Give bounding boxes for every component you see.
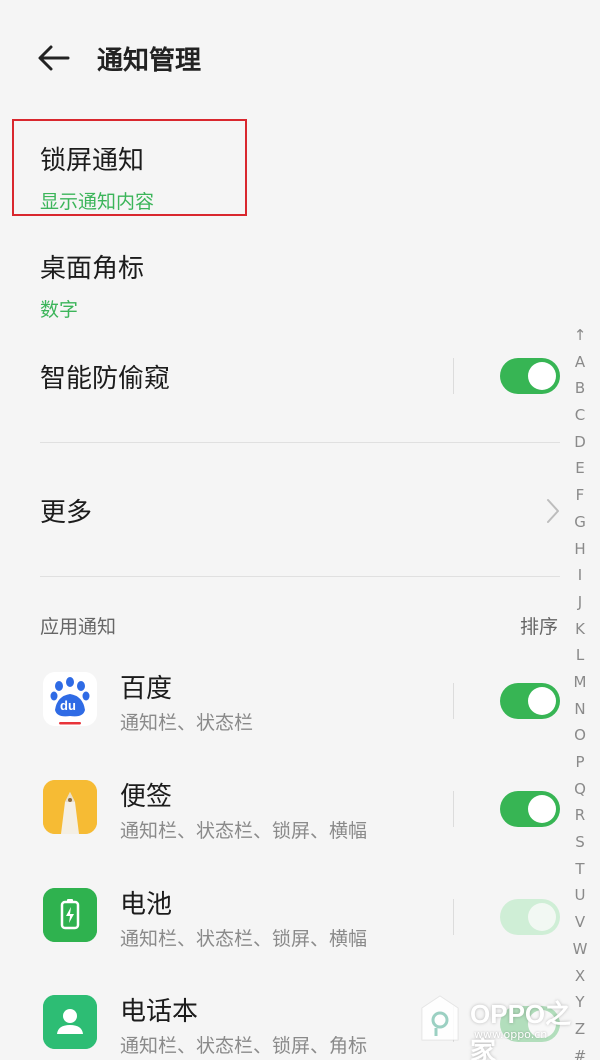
index-letter[interactable]: U [568, 882, 592, 909]
watermark-text: OPPO之家 [470, 999, 572, 1060]
toggle-knob [528, 687, 556, 715]
baidu-icon-text: du [60, 698, 76, 713]
more-row[interactable]: 更多 [40, 492, 560, 532]
watermark-logo-icon [421, 995, 459, 1041]
chevron-right-icon [547, 499, 559, 523]
index-letter[interactable]: S [568, 829, 592, 856]
more-label: 更多 [40, 498, 93, 528]
index-letter[interactable]: C [568, 402, 592, 429]
baidu-app-icon: du [43, 672, 97, 726]
baidu-notification-toggle[interactable] [500, 683, 560, 719]
app-row-notes[interactable]: 便签 通知栏、状态栏、锁屏、横幅 [40, 780, 560, 870]
app-name: 便签 [120, 782, 173, 812]
index-letter[interactable]: V [568, 909, 592, 936]
page-title: 通知管理 [97, 46, 202, 76]
desktop-badge-setting[interactable]: 桌面角标 数字 [40, 248, 560, 322]
smart-privacy-toggle[interactable] [500, 358, 560, 394]
app-notification-types: 通知栏、状态栏 [120, 712, 254, 734]
app-notification-types: 通知栏、状态栏、锁屏、横幅 [120, 820, 368, 842]
alphabet-index-bar[interactable]: ↑ A B C D E F G H I J K L M N O P Q R S T U V W X Y Z # [568, 322, 592, 1060]
index-letter[interactable]: Q [568, 776, 592, 803]
index-letter[interactable]: M [568, 669, 592, 696]
watermark: OPPO之家 www.oppo.cn [418, 990, 588, 1060]
smart-privacy-row: 智能防偷窥 [40, 358, 560, 398]
index-letter[interactable]: O [568, 722, 592, 749]
index-letter[interactable]: X [568, 963, 592, 990]
header: 通知管理 [0, 0, 600, 118]
index-letter[interactable]: L [568, 642, 592, 669]
index-letter[interactable]: R [568, 802, 592, 829]
index-letter[interactable]: H [568, 536, 592, 563]
index-letter[interactable]: K [568, 616, 592, 643]
toggle-knob [528, 362, 556, 390]
app-row-battery[interactable]: 电池 通知栏、状态栏、锁屏、横幅 [40, 888, 560, 978]
divider [453, 899, 454, 935]
index-letter[interactable]: B [568, 375, 592, 402]
index-letter[interactable]: I [568, 562, 592, 589]
divider [453, 358, 454, 394]
desktop-badge-label: 桌面角标 [40, 254, 145, 284]
notes-notification-toggle[interactable] [500, 791, 560, 827]
divider [453, 791, 454, 827]
contacts-app-icon [43, 995, 97, 1049]
divider [40, 442, 560, 443]
battery-notification-toggle [500, 899, 560, 935]
index-letter[interactable]: A [568, 349, 592, 376]
index-letter[interactable]: G [568, 509, 592, 536]
app-name: 电池 [120, 890, 173, 920]
divider [40, 576, 560, 577]
toggle-knob [528, 795, 556, 823]
sort-button[interactable]: 排序 [520, 612, 558, 639]
divider [453, 683, 454, 719]
index-letter[interactable]: P [568, 749, 592, 776]
app-notification-types: 通知栏、状态栏、锁屏、角标 [120, 1035, 368, 1057]
app-notification-types: 通知栏、状态栏、锁屏、横幅 [120, 928, 368, 950]
index-letter[interactable]: N [568, 696, 592, 723]
index-letter[interactable]: J [568, 589, 592, 616]
toggle-knob [528, 903, 556, 931]
app-name: 电话本 [120, 997, 199, 1027]
back-button[interactable] [36, 42, 72, 74]
app-notifications-header: 应用通知 [40, 616, 117, 638]
index-letter[interactable]: F [568, 482, 592, 509]
app-name: 百度 [120, 674, 173, 704]
arrow-left-icon [38, 45, 70, 71]
index-letter[interactable]: T [568, 856, 592, 883]
smart-privacy-label: 智能防偷窥 [40, 364, 171, 394]
index-letter[interactable]: W [568, 936, 592, 963]
desktop-badge-value: 数字 [40, 299, 79, 321]
highlight-annotation [12, 119, 247, 216]
index-letter[interactable]: D [568, 429, 592, 456]
notes-app-icon [43, 780, 97, 834]
battery-app-icon [43, 888, 97, 942]
index-letter[interactable]: ↑ [568, 322, 592, 349]
watermark-url: www.oppo.cn [474, 1028, 548, 1041]
index-letter[interactable]: E [568, 455, 592, 482]
app-row-baidu[interactable]: du 百度 通知栏、状态栏 [40, 672, 560, 762]
